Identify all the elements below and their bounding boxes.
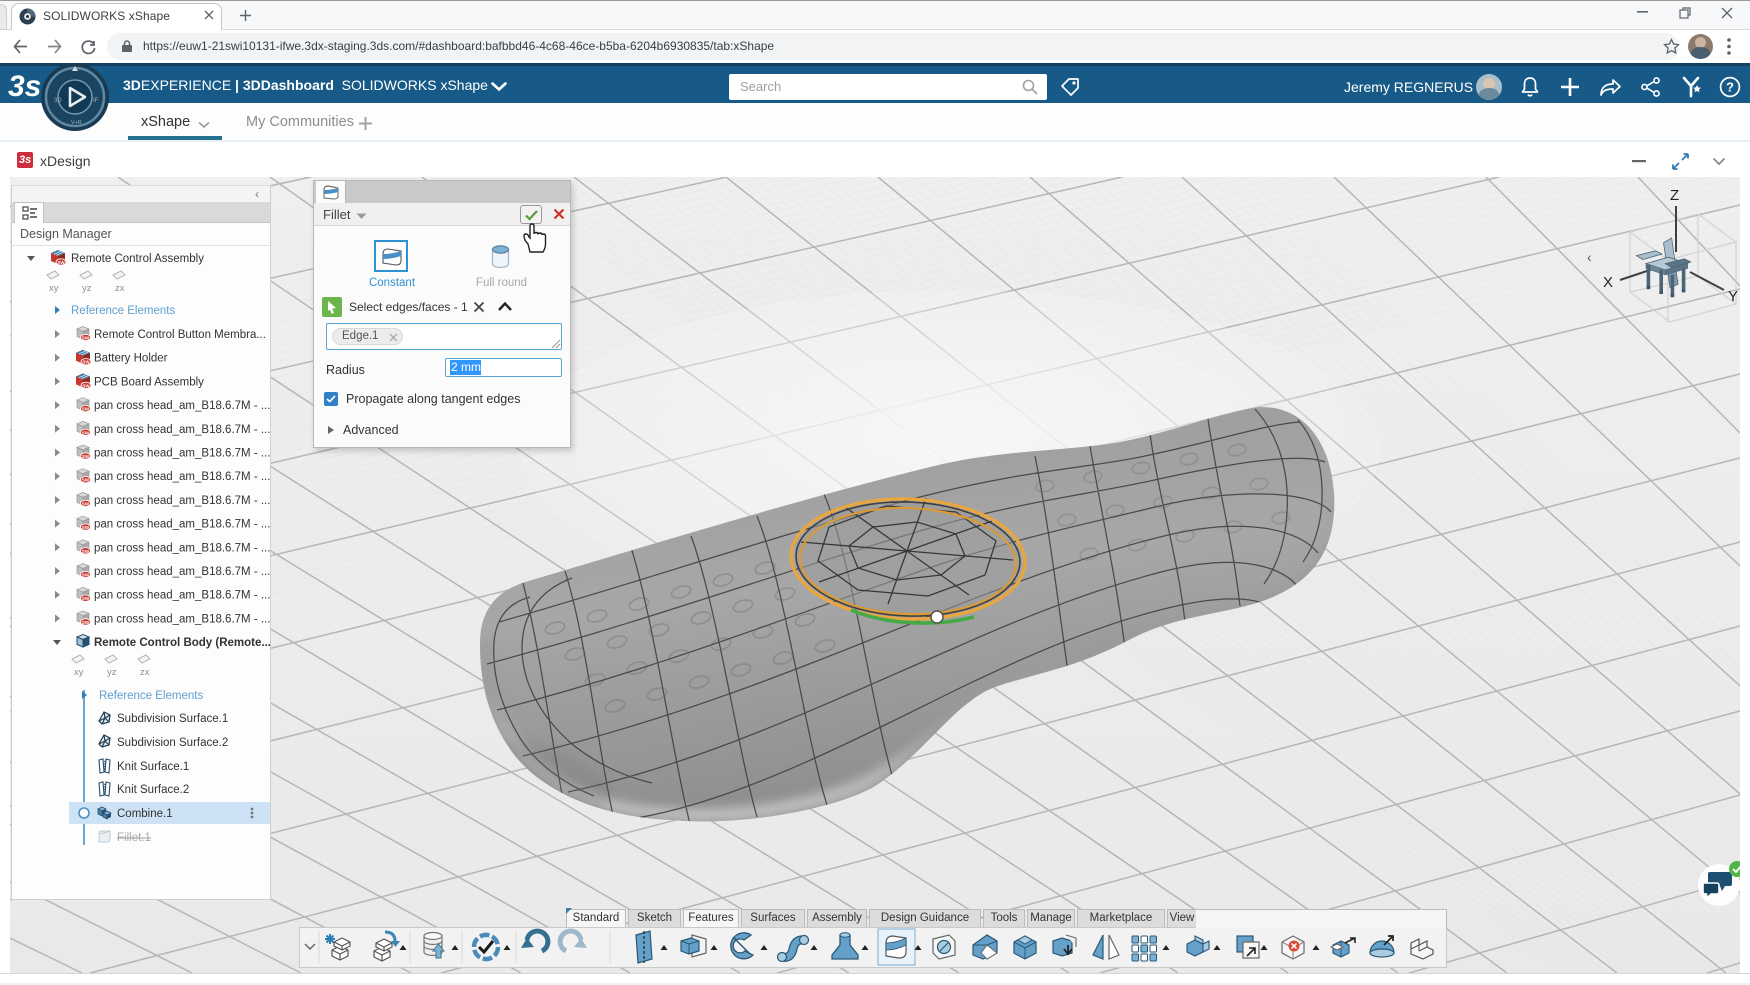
svg-text:SW: SW — [82, 407, 90, 412]
svg-text:Subdivision Surface.2: Subdivision Surface.2 — [117, 737, 228, 749]
svg-text:SW: SW — [82, 620, 90, 625]
svg-text:SW: SW — [82, 454, 90, 459]
svg-text:Z: Z — [1670, 187, 1679, 204]
svg-text:pan cross head_am_B18.6.7M - .: pan cross head_am_B18.6.7M - ... — [94, 495, 270, 507]
svg-text:Reference Elements: Reference Elements — [71, 305, 175, 317]
svg-text:pan cross head_am_B18.6.7M - .: pan cross head_am_B18.6.7M - ... — [94, 424, 270, 436]
svg-text:SW: SW — [82, 525, 90, 530]
svg-text:3D: 3D — [54, 98, 62, 104]
svg-text:SW: SW — [82, 383, 90, 388]
svg-text:PCB Board Assembly: PCB Board Assembly — [94, 376, 204, 388]
svg-text:pan cross head_am_B18.6.7M - .: pan cross head_am_B18.6.7M - ... — [94, 542, 270, 554]
svg-text:SW: SW — [82, 360, 90, 365]
svg-text:yz: yz — [107, 667, 117, 678]
svg-text:Knit Surface.2: Knit Surface.2 — [117, 784, 189, 796]
svg-text:Battery Holder: Battery Holder — [94, 353, 168, 365]
svg-text:‹: ‹ — [1587, 249, 1592, 265]
svg-text:IF: IF — [93, 98, 99, 104]
svg-text:Reference Elements: Reference Elements — [99, 690, 203, 702]
svg-text:pan cross head_am_B18.6.7M - .: pan cross head_am_B18.6.7M - ... — [94, 519, 270, 531]
svg-text:pan cross head_am_B18.6.7M - .: pan cross head_am_B18.6.7M - ... — [94, 566, 270, 578]
svg-text:pan cross head_am_B18.6.7M - .: pan cross head_am_B18.6.7M - ... — [94, 590, 270, 602]
svg-text:Remote Control Button Membra..: Remote Control Button Membra... — [94, 329, 266, 341]
svg-text:zx: zx — [140, 667, 150, 678]
svg-text:?: ? — [1726, 80, 1734, 95]
svg-text:Knit Surface.1: Knit Surface.1 — [117, 761, 189, 773]
svg-text:SW: SW — [82, 549, 90, 554]
svg-text:X: X — [1603, 274, 1613, 291]
svg-text:SW: SW — [82, 478, 90, 483]
svg-text:pan cross head_am_B18.6.7M - .: pan cross head_am_B18.6.7M - ... — [94, 448, 270, 460]
svg-text:pan cross head_am_B18.6.7M - .: pan cross head_am_B18.6.7M - ... — [94, 400, 270, 412]
svg-text:SW: SW — [82, 501, 90, 506]
svg-text:SW: SW — [57, 260, 65, 265]
svg-text:V+R: V+R — [71, 120, 82, 126]
svg-text:Remote Control Body (Remote...: Remote Control Body (Remote... — [94, 637, 271, 649]
svg-text:pan cross head_am_B18.6.7M - .: pan cross head_am_B18.6.7M - ... — [94, 471, 270, 483]
svg-text:zx: zx — [115, 283, 125, 294]
svg-text:xy: xy — [49, 283, 59, 294]
svg-text:pan cross head_am_B18.6.7M - .: pan cross head_am_B18.6.7M - ... — [94, 613, 270, 625]
svg-text:Y: Y — [1728, 288, 1738, 305]
svg-text:Subdivision Surface.1: Subdivision Surface.1 — [117, 713, 228, 725]
svg-text:Fillet.1: Fillet.1 — [117, 832, 151, 844]
svg-text:Remote Control Assembly: Remote Control Assembly — [71, 253, 204, 265]
svg-text:SW: SW — [82, 430, 90, 435]
svg-text:xy: xy — [74, 667, 84, 678]
svg-text:SW: SW — [82, 596, 90, 601]
svg-text:Combine.1: Combine.1 — [117, 808, 173, 820]
svg-text:SW: SW — [82, 336, 90, 341]
svg-text:yz: yz — [82, 283, 92, 294]
svg-text:SW: SW — [82, 573, 90, 578]
